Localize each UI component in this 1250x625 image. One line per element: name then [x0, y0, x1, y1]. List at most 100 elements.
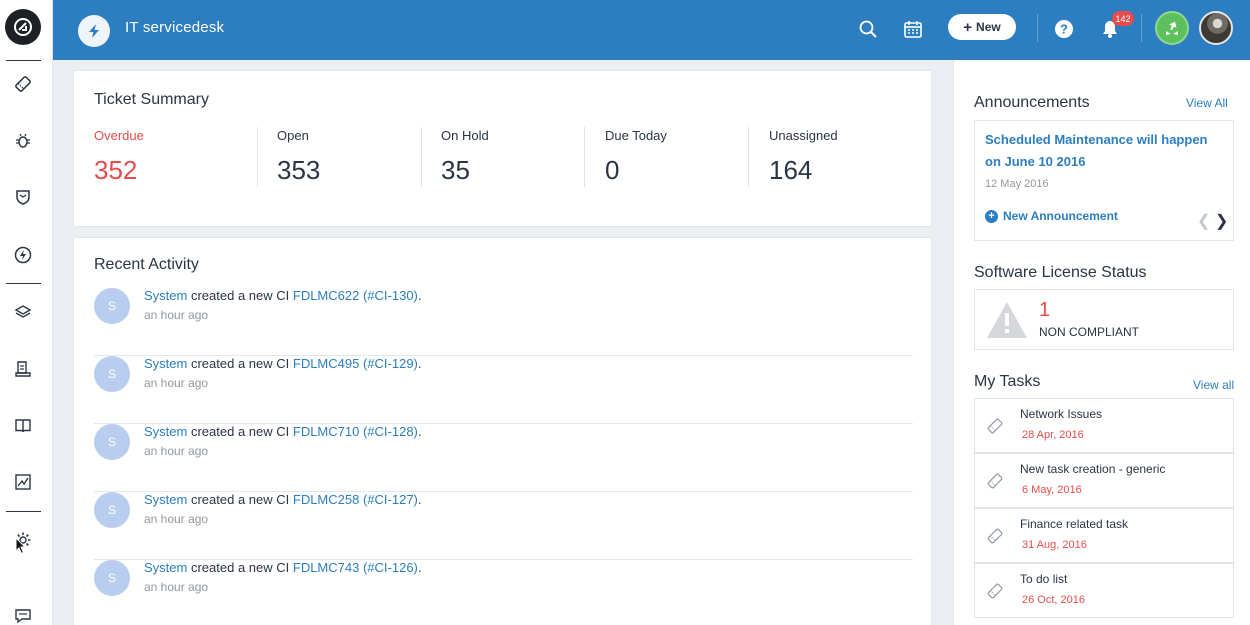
plus-circle-icon: +	[985, 209, 998, 223]
ticket-icon[interactable]	[11, 72, 35, 96]
top-header: IT servicedesk + New ? 142	[53, 0, 1250, 60]
mouse-cursor-icon	[14, 536, 28, 556]
app-title: IT servicedesk	[125, 19, 225, 36]
chat-icon[interactable]	[11, 604, 35, 625]
activity-time: an hour ago	[144, 580, 209, 594]
actor-link[interactable]: System	[144, 560, 187, 575]
activity-action: created a new CI	[190, 288, 290, 303]
sidebar-divider	[6, 283, 41, 284]
activity-action: created a new CI	[190, 356, 290, 371]
actor-link[interactable]: System	[144, 356, 187, 371]
stat-divider	[257, 127, 258, 187]
activity-text: System created a new CI FDLMC743 (#CI-12…	[144, 560, 422, 575]
ticket-icon	[987, 528, 1003, 549]
calendar-icon[interactable]	[900, 16, 926, 42]
announcement-date: 12 May 2016	[985, 178, 1049, 190]
stat-value: 164	[769, 155, 813, 185]
actor-link[interactable]: System	[144, 424, 187, 439]
activity-avatar: S	[94, 424, 130, 460]
header-divider	[1037, 14, 1038, 42]
task-name: New task creation - generic	[1020, 462, 1166, 476]
apps-switcher-icon[interactable]	[1155, 11, 1189, 45]
activity-row: S System created a new CI FDLMC258 (#CI-…	[94, 492, 913, 560]
task-item[interactable]: To do list 26 Oct, 2016	[974, 563, 1234, 618]
activity-text: System created a new CI FDLMC710 (#CI-12…	[144, 424, 422, 439]
layers-icon[interactable]	[11, 300, 35, 324]
activity-action: created a new CI	[190, 424, 290, 439]
recent-activity-title: Recent Activity	[94, 256, 199, 273]
ci-link[interactable]: FDLMC258 (#CI-127)	[293, 492, 418, 507]
activity-time: an hour ago	[144, 444, 209, 458]
warning-triangle-icon	[985, 300, 1029, 345]
user-avatar[interactable]	[1199, 11, 1233, 45]
new-announcement-label: New Announcement	[1003, 209, 1118, 223]
task-due-date: 6 May, 2016	[1022, 484, 1082, 496]
stat-divider	[584, 127, 585, 187]
book-icon[interactable]	[11, 414, 35, 438]
activity-action: created a new CI	[190, 492, 290, 507]
shield-icon[interactable]	[11, 185, 35, 209]
task-item[interactable]: Network Issues 28 Apr, 2016	[974, 398, 1234, 453]
license-status-card[interactable]: 1 NON COMPLIANT	[974, 289, 1234, 350]
sidebar-divider	[6, 60, 41, 61]
task-due-date: 26 Oct, 2016	[1022, 594, 1085, 606]
actor-link[interactable]: System	[144, 492, 187, 507]
svg-text:?: ?	[1060, 22, 1068, 37]
task-name: Finance related task	[1020, 517, 1129, 531]
ci-link[interactable]: FDLMC743 (#CI-126)	[293, 560, 418, 575]
announcements-view-all-link[interactable]: View All	[1186, 96, 1228, 110]
app-logo-icon[interactable]	[5, 9, 41, 45]
stat-label: Due Today	[605, 128, 667, 143]
chevron-right-icon[interactable]: ❯	[1215, 211, 1228, 231]
stat-on-hold[interactable]: On Hold 35	[441, 128, 489, 188]
stat-open[interactable]: Open 353	[277, 128, 320, 188]
ticket-summary-title: Ticket Summary	[94, 91, 209, 108]
stat-value: 353	[277, 155, 321, 185]
task-item[interactable]: New task creation - generic 6 May, 2016	[974, 453, 1234, 508]
stat-value: 352	[94, 155, 138, 185]
stat-label: Overdue	[94, 128, 144, 143]
non-compliant-label: NON COMPLIANT	[1039, 325, 1140, 339]
activity-avatar: S	[94, 288, 130, 324]
activity-row: S System created a new CI FDLMC710 (#CI-…	[94, 424, 913, 492]
ci-link[interactable]: FDLMC622 (#CI-130)	[293, 288, 418, 303]
brand-lightning-icon	[78, 15, 110, 47]
activity-row: S System created a new CI FDLMC495 (#CI-…	[94, 356, 913, 424]
actor-link[interactable]: System	[144, 288, 187, 303]
activity-time: an hour ago	[144, 512, 209, 526]
bolt-icon[interactable]	[11, 243, 35, 267]
activity-avatar: S	[94, 492, 130, 528]
new-button[interactable]: + New	[948, 14, 1016, 40]
stat-unassigned[interactable]: Unassigned 164	[769, 128, 838, 188]
search-icon[interactable]	[855, 16, 881, 42]
ci-link[interactable]: FDLMC495 (#CI-129)	[293, 356, 418, 371]
notification-count-badge: 142	[1112, 11, 1134, 26]
ci-link[interactable]: FDLMC710 (#CI-128)	[293, 424, 418, 439]
chart-icon[interactable]	[11, 470, 35, 494]
tasks-view-all-link[interactable]: View all	[1193, 378, 1234, 392]
announcements-title: Announcements	[974, 94, 1090, 111]
ticket-summary-card: Ticket Summary Overdue 352 Open 353 On H…	[73, 70, 932, 227]
task-due-date: 31 Aug, 2016	[1022, 539, 1087, 551]
chevron-left-icon[interactable]: ❮	[1197, 211, 1210, 231]
stat-due-today[interactable]: Due Today 0	[605, 128, 667, 188]
stat-divider	[421, 127, 422, 187]
activity-text: System created a new CI FDLMC258 (#CI-12…	[144, 492, 422, 507]
activity-text: System created a new CI FDLMC495 (#CI-12…	[144, 356, 422, 371]
activity-time: an hour ago	[144, 308, 209, 322]
announcement-title-link[interactable]: Scheduled Maintenance will happen on Jun…	[985, 129, 1220, 173]
stat-value: 35	[441, 155, 470, 185]
my-tasks-title: My Tasks	[974, 373, 1041, 390]
help-icon[interactable]: ?	[1051, 16, 1077, 42]
license-status-title: Software License Status	[974, 264, 1147, 281]
task-item[interactable]: Finance related task 31 Aug, 2016	[974, 508, 1234, 563]
stat-divider	[748, 127, 749, 187]
task-name: Network Issues	[1020, 407, 1103, 421]
activity-time: an hour ago	[144, 376, 209, 390]
stat-overdue[interactable]: Overdue 352	[94, 128, 144, 188]
stat-value: 0	[605, 155, 620, 185]
document-icon[interactable]	[11, 357, 35, 381]
activity-action: created a new CI	[190, 560, 290, 575]
new-announcement-button[interactable]: + New Announcement	[985, 209, 1118, 223]
bug-icon[interactable]	[11, 129, 35, 153]
